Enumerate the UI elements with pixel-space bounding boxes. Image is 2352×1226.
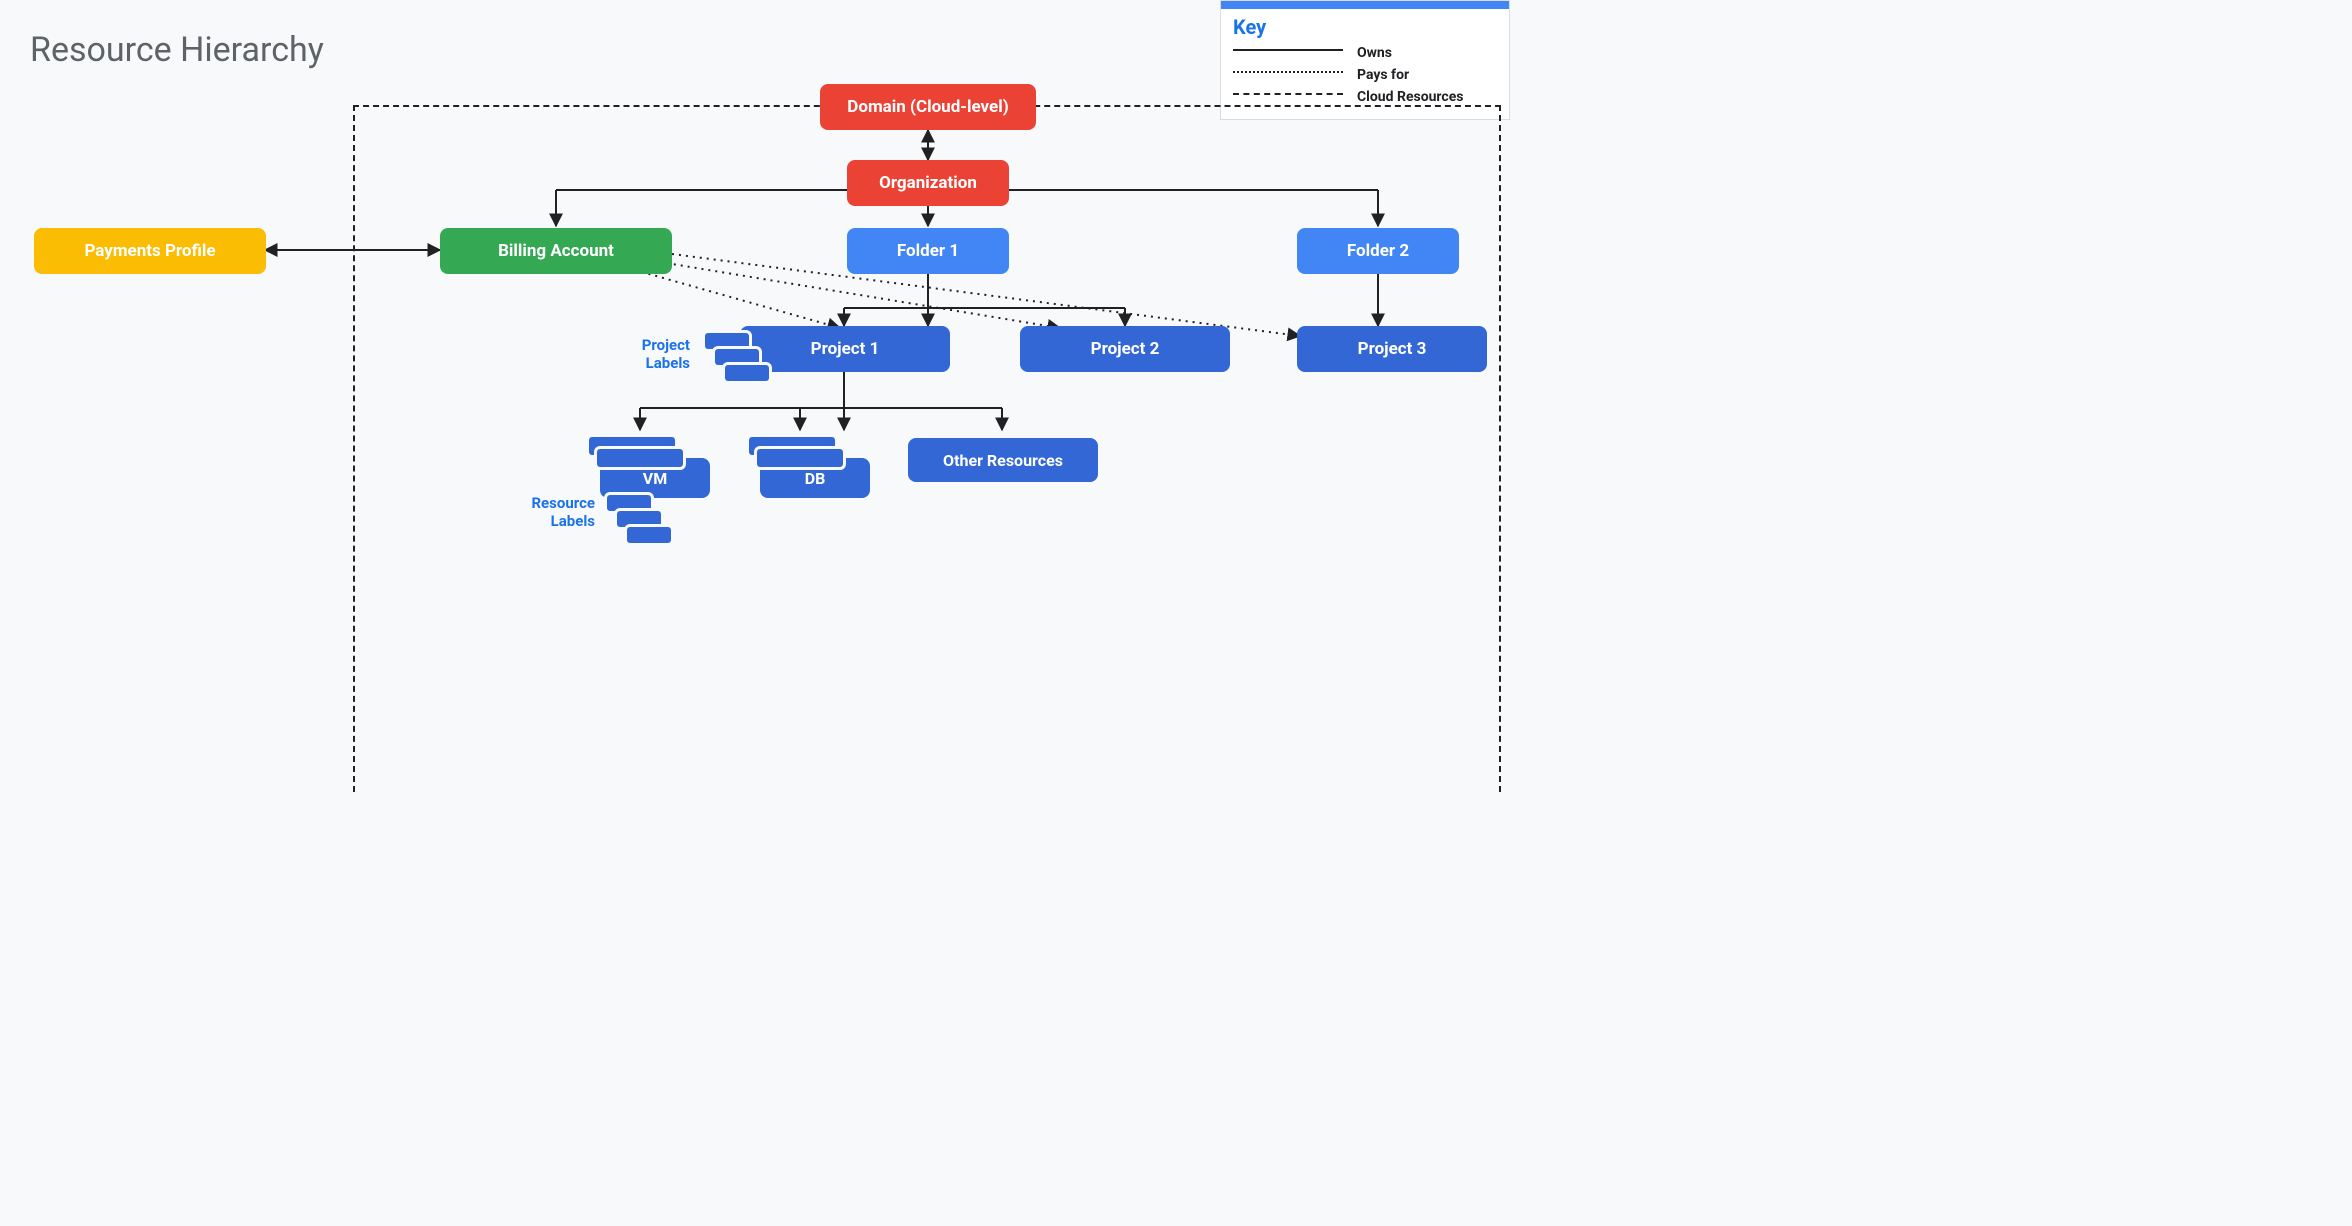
legend-label: Pays for (1357, 67, 1497, 83)
node-folder-1: Folder 1 (847, 228, 1009, 274)
node-payments-profile: Payments Profile (34, 228, 266, 274)
legend-label: Owns (1357, 45, 1497, 61)
legend-row-paysfor: Pays for (1221, 65, 1509, 87)
node-project-3: Project 3 (1297, 326, 1487, 372)
page-title: Resource Hierarchy (30, 30, 324, 70)
legend-accent-bar (1221, 1, 1509, 9)
chip-db-stack (754, 446, 846, 470)
legend-swatch-dotted (1233, 71, 1343, 85)
node-project-2: Project 2 (1020, 326, 1230, 372)
legend-label: Cloud Resources (1357, 89, 1497, 105)
legend-heading: Key (1221, 9, 1509, 43)
node-domain: Domain (Cloud-level) (820, 84, 1036, 130)
node-billing-account: Billing Account (440, 228, 672, 274)
node-folder-2: Folder 2 (1297, 228, 1459, 274)
text-project-labels: Project Labels (620, 336, 690, 372)
legend-swatch-solid (1233, 49, 1343, 63)
chip-resource-label (624, 524, 674, 546)
legend-row-owns: Owns (1221, 43, 1509, 65)
text-resource-labels: Resource Labels (505, 494, 595, 530)
legend: Key Owns Pays for Cloud Resources (1220, 0, 1510, 120)
node-other-resources: Other Resources (908, 438, 1098, 482)
chip-vm-stack (594, 446, 686, 470)
chip-project-label (722, 362, 772, 384)
node-organization: Organization (847, 160, 1009, 206)
